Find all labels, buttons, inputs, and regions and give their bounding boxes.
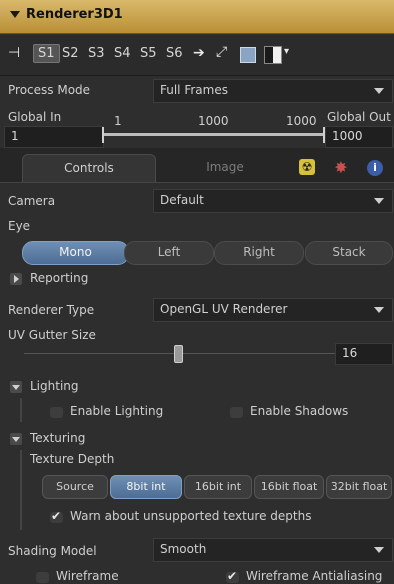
dropdown-arrow-icon [374,307,384,313]
eye-mono-button[interactable]: Mono [22,241,129,265]
tab-info[interactable]: i [360,154,390,181]
texturing-divider [20,450,22,530]
tool-title: Renderer3D1 [26,7,123,22]
lighting-expand-icon[interactable] [10,381,22,393]
wireframe-label[interactable]: Wireframe [56,569,119,583]
dropdown-arrow-icon [374,88,384,94]
camera-label: Camera [8,194,56,208]
camera-value: Default [160,193,204,207]
enable-lighting-checkbox[interactable] [50,407,63,418]
uv-gutter-slider-track[interactable] [24,353,342,354]
shading-model-value: Smooth [160,542,207,556]
view-icon[interactable] [264,46,282,64]
global-in-label: Global In [8,110,62,124]
tab-controls[interactable]: Controls [22,154,156,182]
depth-8bit-int-button[interactable]: 8bit int [110,475,182,499]
reporting-label[interactable]: Reporting [30,271,88,285]
global-range-slider[interactable] [102,133,325,136]
process-mode-dropdown[interactable]: Full Frames [153,79,393,103]
eye-right-button[interactable]: Right [214,241,304,265]
renderer-type-value: OpenGL UV Renderer [160,302,288,316]
eye-left-button[interactable]: Left [124,241,214,265]
depth-16bit-int-button[interactable]: 16bit int [184,475,252,499]
lighting-label[interactable]: Lighting [30,379,79,393]
radioactive-icon: ☢ [299,159,315,175]
global-out-value: 1000 [332,129,363,143]
tab-bar: Controls Image ☢ ✸ i [0,148,394,183]
enable-shadows-label[interactable]: Enable Shadows [250,404,348,418]
warn-depths-checkbox[interactable] [50,509,63,523]
reporting-expand-icon[interactable] [10,273,22,285]
uv-gutter-field[interactable]: 16 [335,343,393,365]
pick-icon[interactable]: ⤢ [216,44,227,60]
texture-depth-label: Texture Depth [30,452,115,466]
lighting-divider [20,398,22,422]
shading-model-dropdown[interactable]: Smooth [153,538,393,562]
camera-dropdown[interactable]: Default [153,189,393,213]
slot-s5[interactable]: S5 [140,46,157,61]
uv-gutter-slider-handle[interactable] [174,345,183,363]
shading-model-label: Shading Model [8,544,97,558]
dropdown-arrow-icon [374,198,384,204]
tab-radioactive[interactable]: ☢ [292,154,322,181]
uv-gutter-value: 16 [342,346,358,360]
enable-shadows-checkbox[interactable] [230,407,243,418]
tool-header[interactable]: Renderer3D1 [0,0,394,34]
wireframe-aa-label[interactable]: Wireframe Antialiasing [246,569,382,583]
eye-label: Eye [8,219,31,233]
slot-s3[interactable]: S3 [88,46,105,61]
range-out-handle[interactable] [319,127,325,143]
slot-s4[interactable]: S4 [114,46,131,61]
uv-gutter-label: UV Gutter Size [8,328,96,342]
gear-icon: ✸ [334,158,348,177]
eye-stack-button[interactable]: Stack [305,241,393,265]
wireframe-checkbox[interactable] [36,572,49,583]
renderer-type-dropdown[interactable]: OpenGL UV Renderer [153,298,393,322]
global-out-field[interactable]: 1000 [325,126,393,148]
info-icon: i [367,160,383,176]
global-out-label: Global Out [327,110,391,124]
process-mode-label: Process Mode [8,83,91,97]
texturing-expand-icon[interactable] [10,433,22,445]
depth-source-button[interactable]: Source [42,475,108,499]
enable-lighting-label[interactable]: Enable Lighting [70,404,163,418]
depth-32bit-float-button[interactable]: 32bit float [326,475,392,499]
warn-depths-label[interactable]: Warn about unsupported texture depths [70,509,311,523]
toolbar: ⊣ S1 S2 S3 S4 S5 S6 ➔ ⤢ ▾ [0,35,394,76]
tab-image[interactable]: Image [160,154,290,181]
collapse-triangle-icon[interactable] [10,11,20,18]
dropdown-arrow-icon [374,547,384,553]
range-in-handle[interactable] [102,127,108,143]
range-end-tick: 1000 [286,114,317,128]
save-icon[interactable] [240,47,256,63]
pin-icon[interactable]: ⊣ [8,45,20,61]
chevron-down-icon[interactable]: ▾ [284,46,289,57]
range-start-tick: 1 [114,114,122,128]
global-in-field[interactable]: 1 [4,126,104,148]
texturing-label[interactable]: Texturing [30,431,85,445]
range-mid-tick: 1000 [198,114,229,128]
process-mode-value: Full Frames [160,83,228,97]
wireframe-aa-checkbox[interactable] [226,569,239,583]
global-in-value: 1 [11,129,19,143]
tab-gear[interactable]: ✸ [326,154,356,181]
depth-16bit-float-button[interactable]: 16bit float [254,475,324,499]
slot-s2[interactable]: S2 [62,46,79,61]
slot-s1[interactable]: S1 [33,44,60,63]
renderer-type-label: Renderer Type [8,303,95,317]
arrow-right-icon[interactable]: ➔ [193,45,205,61]
slot-s6[interactable]: S6 [166,46,183,61]
